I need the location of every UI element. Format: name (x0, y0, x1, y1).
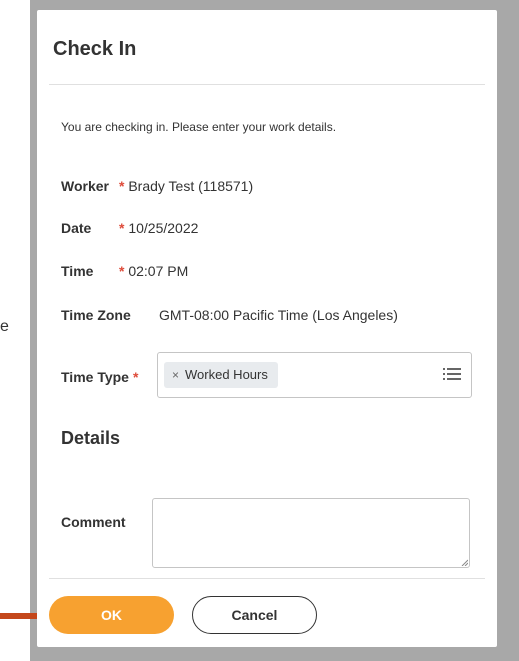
ok-button[interactable]: OK (49, 596, 174, 634)
instruction-text: You are checking in. Please enter your w… (61, 120, 337, 134)
required-asterisk: * (119, 263, 125, 279)
check-in-dialog: Check In You are checking in. Please ent… (37, 10, 497, 647)
required-asterisk: * (132, 369, 139, 385)
date-label: Date (61, 220, 92, 236)
list-icon[interactable] (443, 365, 461, 383)
time-value: * 02:07 PM (119, 263, 189, 279)
comment-field[interactable] (152, 498, 470, 568)
selected-time-type-pill: × Worked Hours (164, 362, 278, 388)
required-asterisk: * (119, 220, 125, 236)
resize-grip-icon[interactable] (460, 558, 468, 566)
details-heading: Details (61, 428, 121, 448)
title-divider (49, 84, 485, 85)
selected-time-type-label: Worked Hours (185, 367, 268, 382)
dialog-title: Check In (53, 38, 137, 60)
worker-label: Worker (61, 178, 109, 194)
close-icon[interactable]: × (172, 368, 179, 382)
worker-value: * Brady Test (118571) (119, 178, 254, 194)
time-zone-value: GMT-08:00 Pacific Time (Los Angeles) (159, 307, 398, 323)
time-type-label: Time Type * (61, 369, 139, 385)
comment-label: Comment (61, 514, 126, 530)
required-asterisk: * (119, 178, 125, 194)
time-zone-label: Time Zone (61, 307, 131, 323)
time-label: Time (61, 263, 94, 279)
footer-divider (49, 578, 485, 579)
cancel-button[interactable]: Cancel (192, 596, 317, 634)
time-type-selector[interactable]: × Worked Hours (157, 352, 472, 398)
date-value: * 10/25/2022 (119, 220, 199, 236)
background-text-fragment: e (0, 318, 9, 335)
